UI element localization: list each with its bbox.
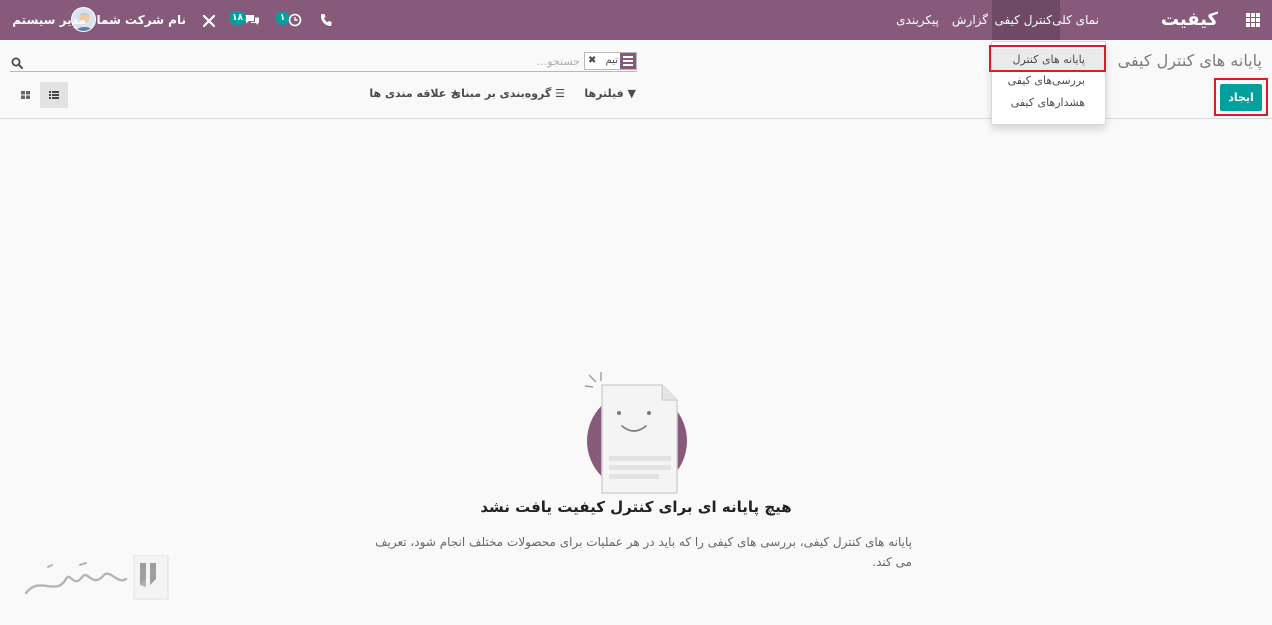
star-icon: ★ [446,87,460,100]
messages-count-badge: ۱۸ [229,11,246,25]
search-input[interactable] [30,52,580,70]
list-view-button[interactable] [40,82,68,108]
phone-icon[interactable] [320,12,332,26]
dropdown-item-quality-checks[interactable]: بررسی‌های کیفی [992,70,1105,91]
user-name[interactable]: مدیر سیستم [12,0,86,40]
messages-icon[interactable] [244,12,260,26]
groupby-icon: ☰ [551,87,565,100]
groupby-button[interactable]: ☰ گروه‌بندی بر مبنای [451,87,565,100]
groupby-label: گروه‌بندی بر مبنای [451,87,552,100]
favorites-button[interactable]: ★ علاقه مندی ها [369,87,460,100]
company-name[interactable]: نام شرکت شما [97,0,186,40]
create-button-highlight [1214,78,1268,116]
filters-label: فیلترها [584,87,624,100]
page-title: پایانه های کنترل کیفی [1117,51,1262,70]
filters-button[interactable]: ▼ فیلترها [584,87,636,100]
menu-quality-control[interactable]: کنترل کیفی [994,0,1052,40]
activity-clock-icon[interactable] [288,12,302,27]
empty-state-text: پایانه های کنترل کیفی، بررسی های کیفی را… [375,535,912,569]
groupby-facet-icon [620,53,636,69]
kanban-view-button[interactable] [12,82,40,108]
search-facet[interactable]: تیم ✖ [584,52,637,70]
favorites-label: علاقه مندی ها [369,87,447,100]
debug-tools-icon[interactable] [202,13,216,28]
control-points-highlight [989,45,1106,72]
facet-label: تیم [605,55,618,66]
watermark-logo [22,554,172,605]
top-navbar: کیفیت نمای کلی کنترل کیفی گزارش پیکربندی… [0,0,1272,40]
dropdown-item-quality-alerts[interactable]: هشدارهای کیفی [992,92,1105,113]
empty-state-title: هیچ پایانه ای برای کنترل کیفیت یافت نشد [480,498,792,516]
menu-overview[interactable]: نمای کلی [1052,0,1099,40]
kanban-view-icon [21,91,30,99]
search-icon[interactable] [11,54,23,69]
empty-state-illustration [582,370,692,495]
activity-count-badge: ۱ [276,11,289,25]
menu-reporting[interactable]: گزارش [952,0,988,40]
menu-configuration[interactable]: پیکربندی [896,0,939,40]
facet-remove-icon[interactable]: ✖ [588,53,596,69]
apps-menu-icon[interactable] [1246,13,1260,27]
app-brand[interactable]: کیفیت [1161,0,1218,40]
list-view-icon [49,91,59,99]
filter-icon: ▼ [623,87,636,100]
